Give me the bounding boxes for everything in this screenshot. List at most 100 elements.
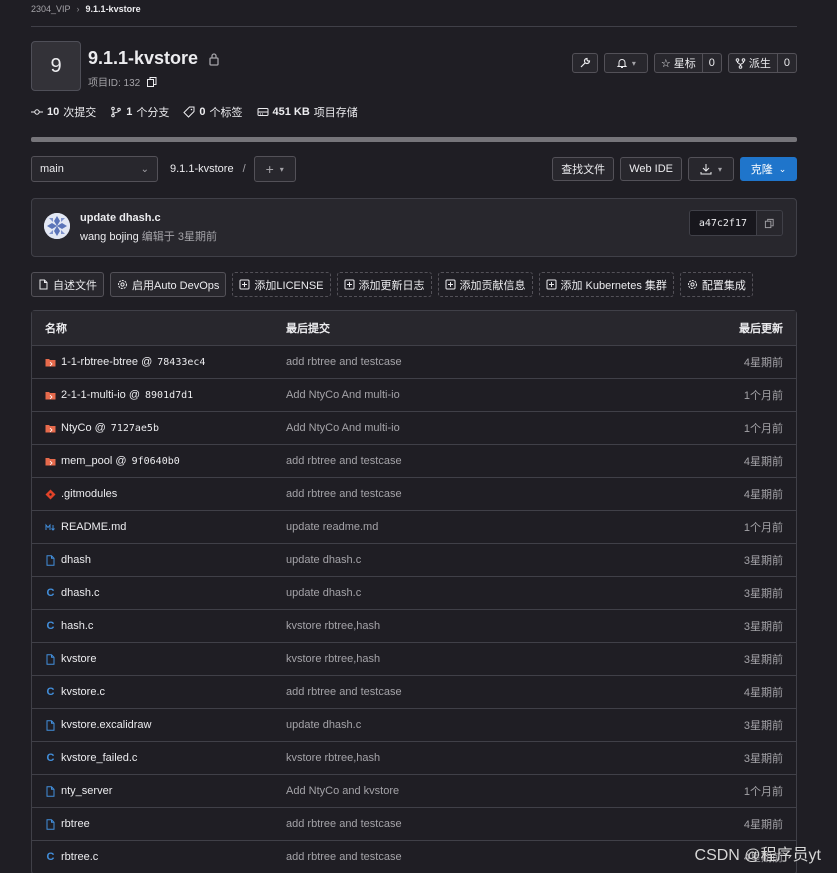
file-name[interactable]: .gitmodules (61, 488, 117, 500)
commit-sha[interactable]: a47c2f17 (689, 211, 756, 235)
action-button[interactable]: 配置集成 (679, 272, 753, 297)
table-row[interactable]: NtyCo @ 7127ae5b Add NtyCo And multi-io 1个月… (32, 412, 796, 445)
file-name[interactable]: 2-1-1-multi-io @ (61, 389, 140, 401)
commit-message[interactable]: update dhash.c (286, 719, 676, 731)
action-button[interactable]: 添加更新日志 (336, 272, 432, 297)
commit-message[interactable]: update dhash.c (286, 587, 676, 599)
star-count[interactable]: 0 (701, 54, 721, 72)
commit-message[interactable]: Add NtyCo and kvstore (286, 785, 676, 797)
commit-author[interactable]: wang bojing (80, 231, 139, 243)
star-button[interactable]: ☆ 星标 0 (653, 53, 722, 73)
commit-message[interactable]: add rbtree and testcase (286, 488, 676, 500)
table-row[interactable]: Cdhash.c update dhash.c 3星期前 (32, 577, 796, 610)
submodule-ref[interactable]: 7127ae5b (111, 423, 159, 434)
file-name[interactable]: README.md (61, 521, 126, 533)
file-name[interactable]: kvstore.excalidraw (61, 719, 151, 731)
path-root[interactable]: 9.1.1-kvstore (170, 163, 234, 175)
file-name[interactable]: 1-1-rbtree-btree @ (61, 356, 152, 368)
fork-button[interactable]: 派生 0 (727, 53, 797, 73)
commit-message[interactable]: Add NtyCo And multi-io (286, 422, 676, 434)
action-button[interactable]: 添加贡献信息 (437, 272, 533, 297)
table-row[interactable]: rbtree add rbtree and testcase 4星期前 (32, 808, 796, 841)
table-row[interactable]: mem_pool @ 9f0640b0 add rbtree and testcas… (32, 445, 796, 478)
table-row[interactable]: dhash update dhash.c 3星期前 (32, 544, 796, 577)
branch-selector[interactable]: main ⌄ (31, 156, 158, 182)
copy-icon[interactable] (146, 76, 158, 88)
table-row[interactable]: nty_server Add NtyCo and kvstore 1个月前 (32, 775, 796, 808)
settings-button[interactable] (571, 53, 598, 73)
tags-stat[interactable]: 0 个标签 (183, 104, 243, 120)
commit-message[interactable]: kvstore rbtree,hash (286, 752, 676, 764)
file-name[interactable]: dhash (61, 554, 91, 566)
commit-message[interactable]: kvstore rbtree,hash (286, 653, 676, 665)
commit-date: 1个月前 (743, 390, 783, 402)
commit-message[interactable]: add rbtree and testcase (286, 686, 676, 698)
avatar[interactable] (44, 213, 70, 239)
action-button[interactable]: 自述文件 (31, 272, 104, 297)
star-label[interactable]: ☆ 星标 (655, 54, 702, 72)
action-button[interactable]: 启用Auto DevOps (110, 272, 227, 297)
header-last-update: 最后更新 (739, 323, 783, 335)
commit-date: 1个月前 (743, 786, 783, 798)
tags-label: 个标签 (209, 107, 243, 119)
table-row[interactable]: Chash.c kvstore rbtree,hash 3星期前 (32, 610, 796, 643)
commit-message[interactable]: add rbtree and testcase (286, 455, 676, 467)
branches-stat[interactable]: 1 个分支 (110, 104, 169, 120)
table-row[interactable]: Ckvstore.c add rbtree and testcase 4星期前 (32, 676, 796, 709)
commit-date: 4星期前 (743, 357, 783, 369)
add-file-dropdown[interactable]: + ▾ (253, 156, 296, 182)
submodule-ref[interactable]: 78433ec4 (157, 357, 205, 368)
web-ide-button[interactable]: Web IDE (620, 157, 682, 181)
file-name[interactable]: nty_server (61, 785, 112, 797)
file-icon (45, 554, 56, 566)
c-file-icon: C (46, 620, 55, 632)
repo-toolbar: main ⌄ 9.1.1-kvstore / + ▾ 查找文件 Web IDE … (31, 156, 797, 182)
table-row[interactable]: 2-1-1-multi-io @ 8901d7d1 Add NtyCo And mu… (32, 379, 796, 412)
copy-sha-button[interactable] (756, 211, 782, 235)
table-row[interactable]: Crbtree.c add rbtree and testcase 4星期前 (32, 841, 796, 873)
tags-count: 0 (199, 106, 206, 118)
commit-message[interactable]: kvstore rbtree,hash (286, 620, 676, 632)
find-file-button[interactable]: 查找文件 (552, 157, 615, 181)
clone-button[interactable]: 克隆 ⌄ (740, 157, 797, 181)
breadcrumb-current[interactable]: 9.1.1-kvstore (86, 4, 141, 14)
action-button[interactable]: 添加 Kubernetes 集群 (538, 272, 674, 297)
file-name[interactable]: NtyCo @ (61, 422, 106, 434)
submodule-ref[interactable]: 8901d7d1 (145, 390, 193, 401)
fork-label[interactable]: 派生 (729, 54, 777, 72)
commit-icon (31, 109, 43, 115)
header-actions: ▾ ☆ 星标 0 派生 0 (571, 53, 797, 73)
file-name[interactable]: kvstore_failed.c (61, 752, 137, 764)
commit-message[interactable]: add rbtree and testcase (286, 851, 676, 863)
file-name[interactable]: mem_pool @ (61, 455, 127, 467)
file-name[interactable]: rbtree.c (61, 851, 98, 863)
fork-count[interactable]: 0 (776, 54, 796, 72)
table-row[interactable]: Ckvstore_failed.c kvstore rbtree,hash 3星期前 (32, 742, 796, 775)
commit-title[interactable]: update dhash.c (80, 212, 161, 224)
table-row[interactable]: 1-1-rbtree-btree @ 78433ec4 add rbtree and… (32, 346, 796, 379)
commits-stat[interactable]: 10 次提交 (31, 104, 96, 120)
commit-date: 4星期前 (743, 489, 783, 501)
language-bar[interactable] (31, 137, 797, 142)
breadcrumb-parent[interactable]: 2304_VIP (31, 4, 71, 14)
table-row[interactable]: kvstore.excalidraw update dhash.c 3星期前 (32, 709, 796, 742)
file-name[interactable]: kvstore (61, 653, 96, 665)
file-name[interactable]: kvstore.c (61, 686, 105, 698)
storage-stat[interactable]: 451 KB 项目存储 (257, 104, 358, 120)
table-row[interactable]: kvstore kvstore rbtree,hash 3星期前 (32, 643, 796, 676)
file-name[interactable]: rbtree (61, 818, 90, 830)
submodule-ref[interactable]: 9f0640b0 (132, 456, 180, 467)
commit-message[interactable]: update dhash.c (286, 554, 676, 566)
commit-message[interactable]: add rbtree and testcase (286, 818, 676, 830)
file-name[interactable]: dhash.c (61, 587, 100, 599)
commit-message[interactable]: update readme.md (286, 521, 676, 533)
action-button[interactable]: 添加LICENSE (232, 272, 331, 297)
notification-button[interactable]: ▾ (603, 53, 648, 73)
commit-message[interactable]: add rbtree and testcase (286, 356, 676, 368)
download-button[interactable]: ▾ (688, 157, 734, 181)
table-row[interactable]: README.md update readme.md 1个月前 (32, 511, 796, 544)
divider (31, 26, 797, 27)
file-name[interactable]: hash.c (61, 620, 93, 632)
commit-message[interactable]: Add NtyCo And multi-io (286, 389, 676, 401)
table-row[interactable]: .gitmodules add rbtree and testcase 4星期前 (32, 478, 796, 511)
